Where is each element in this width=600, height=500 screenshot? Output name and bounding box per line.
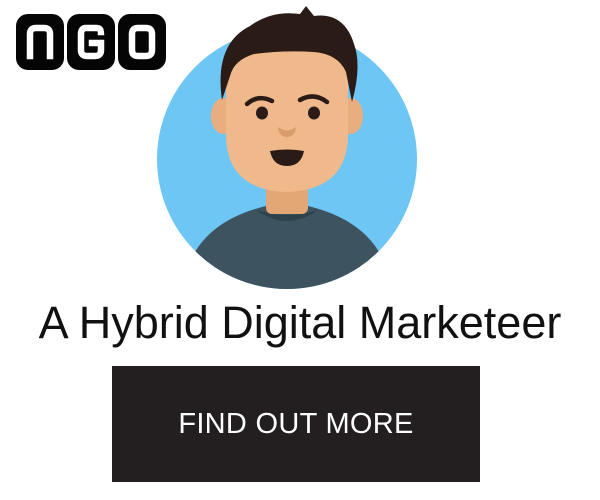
person-avatar-icon bbox=[157, 6, 417, 289]
ngo-logo[interactable]: N G O bbox=[16, 14, 166, 70]
find-out-more-button[interactable]: FIND OUT MORE bbox=[112, 366, 480, 482]
logo-letter-g-glyph bbox=[77, 24, 105, 60]
page-headline: A Hybrid Digital Marketeer bbox=[38, 297, 562, 348]
avatar-right-eye bbox=[308, 106, 320, 120]
logo-letter-g: G bbox=[67, 14, 115, 70]
logo-letter-n-glyph bbox=[26, 24, 54, 60]
avatar-left-eye bbox=[256, 106, 268, 120]
logo-letter-n: N bbox=[16, 14, 64, 70]
avatar-face bbox=[226, 44, 348, 192]
